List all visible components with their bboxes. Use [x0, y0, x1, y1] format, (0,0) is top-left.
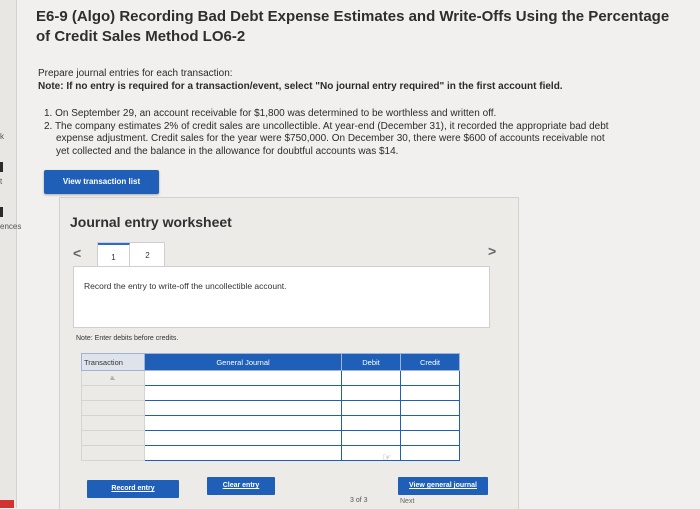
transaction-cell: a.: [81, 370, 145, 386]
debit-input[interactable]: [341, 430, 401, 446]
transaction-item-2-cont: expense adjustment. Credit sales for the…: [56, 133, 605, 144]
page-title: E6-9 (Algo) Recording Bad Debt Expense E…: [36, 8, 670, 45]
debit-input[interactable]: [341, 415, 401, 431]
table-row: [81, 415, 460, 431]
sidebar-fragment-t: t: [0, 177, 3, 186]
credit-input[interactable]: [400, 415, 460, 431]
transaction-cell: [81, 415, 145, 431]
credit-input[interactable]: [400, 430, 460, 446]
col-debit: Debit: [341, 353, 401, 371]
view-general-journal-button[interactable]: View general journal: [398, 477, 488, 495]
transaction-cell: [81, 400, 145, 416]
entry-description: Record the entry to write-off the uncoll…: [84, 281, 287, 291]
credit-input[interactable]: [400, 385, 460, 401]
table-row: [81, 400, 460, 416]
sidebar-fragment-k: k: [0, 132, 4, 141]
instructions-note: Note: If no entry is required for a tran…: [38, 81, 563, 92]
transaction-item-2: 2. The company estimates 2% of credit sa…: [44, 120, 609, 132]
col-credit: Credit: [400, 353, 460, 371]
table-row: a.: [81, 370, 460, 386]
table-row: [81, 385, 460, 401]
account-input[interactable]: [144, 430, 342, 446]
debit-input[interactable]: [341, 370, 401, 386]
transaction-item-2-cont: yet collected and the balance in the all…: [56, 145, 399, 157]
table-row: [81, 445, 460, 461]
instructions-line: Prepare journal entries for each transac…: [38, 68, 233, 79]
credit-input[interactable]: [400, 445, 460, 461]
col-general-journal: General Journal: [144, 353, 342, 371]
left-sidebar-edge: k t ences: [0, 0, 21, 508]
table-row: [81, 430, 460, 446]
transaction-cell: [81, 385, 145, 401]
view-transaction-list-button[interactable]: View transaction list: [44, 170, 159, 194]
account-input[interactable]: [144, 415, 342, 431]
transaction-list: 1. On September 29, an account receivabl…: [44, 108, 684, 158]
sidebar-fragment-ences: ences: [0, 222, 22, 231]
clear-entry-button[interactable]: Clear entry: [207, 477, 275, 495]
sidebar-marker: [0, 207, 3, 217]
credit-input[interactable]: [400, 400, 460, 416]
journal-entry-worksheet: Journal entry worksheet < > 1 2 Record t…: [59, 197, 519, 509]
account-input[interactable]: [144, 385, 342, 401]
sidebar-marker: [0, 162, 3, 172]
transaction-cell: [81, 430, 145, 446]
col-transaction: Transaction: [81, 353, 145, 371]
credit-input[interactable]: [400, 370, 460, 386]
account-input[interactable]: [144, 445, 342, 461]
account-input[interactable]: [144, 370, 342, 386]
debits-note: Note: Enter debits before credits.: [76, 335, 179, 342]
debit-input[interactable]: [341, 400, 401, 416]
journal-table: Transaction General Journal Debit Credit…: [81, 353, 460, 461]
debit-input[interactable]: [341, 385, 401, 401]
transaction-item-1: 1. On September 29, an account receivabl…: [44, 108, 497, 119]
instructions: Prepare journal entries for each transac…: [38, 67, 678, 93]
transaction-cell: [81, 445, 145, 461]
record-entry-button[interactable]: Record entry: [87, 480, 179, 498]
chevron-left-icon[interactable]: <: [73, 245, 81, 261]
chevron-right-icon[interactable]: >: [488, 243, 496, 259]
page-indicator: 3 of 3: [350, 497, 368, 504]
entry-description-box: Record the entry to write-off the uncoll…: [73, 266, 490, 328]
hand-cursor-icon: ☞: [382, 452, 392, 464]
sidebar-red-tab[interactable]: [0, 500, 14, 508]
account-input[interactable]: [144, 400, 342, 416]
next-button[interactable]: Next: [400, 498, 414, 505]
worksheet-title: Journal entry worksheet: [70, 214, 232, 230]
